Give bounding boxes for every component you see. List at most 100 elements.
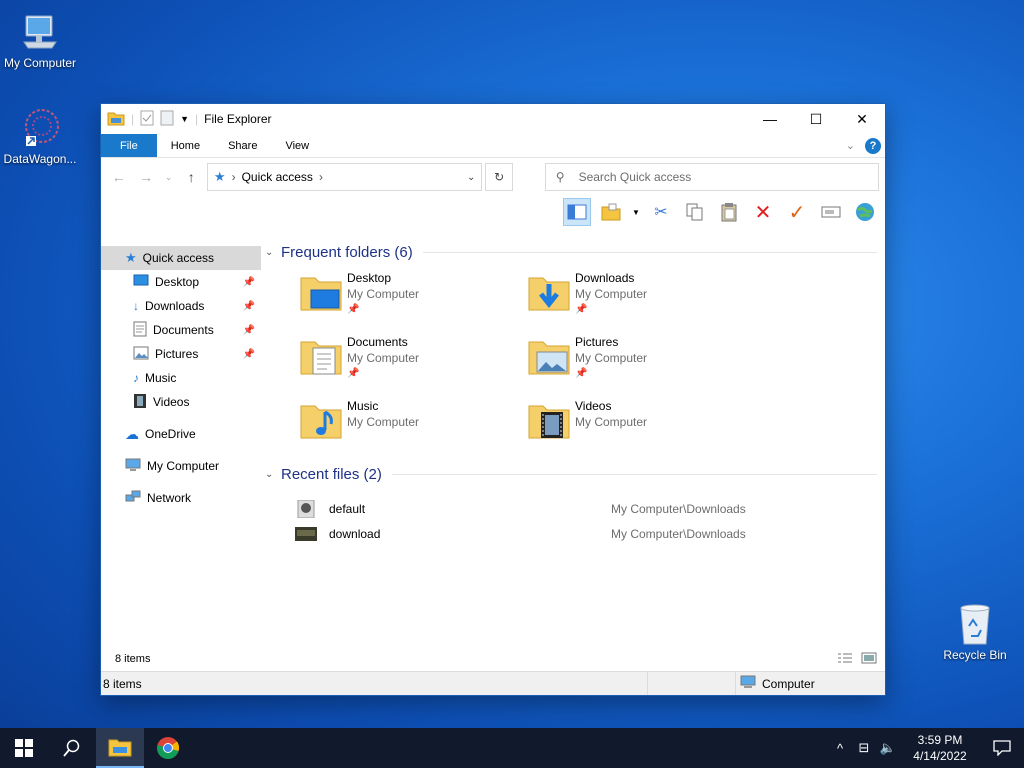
expand-ribbon-icon[interactable]: ⌄: [846, 139, 855, 152]
paste-icon[interactable]: [715, 198, 743, 226]
documents-folder-icon: [299, 334, 343, 378]
downloads-folder-icon: [527, 270, 571, 314]
folder-item-pictures[interactable]: Pictures My Computer 📌: [527, 334, 755, 390]
sidebar-item-pictures[interactable]: Pictures 📌: [101, 342, 261, 366]
folder-item-videos[interactable]: Videos My Computer: [527, 398, 755, 454]
recycle-bin-icon: [953, 602, 997, 646]
sidebar-item-documents[interactable]: Documents 📌: [101, 318, 261, 342]
desktop-icon: [133, 274, 149, 291]
notification-icon: [993, 740, 1011, 756]
folder-item-documents[interactable]: Documents My Computer 📌: [299, 334, 527, 390]
refresh-button[interactable]: ↻: [485, 163, 513, 191]
pin-icon: 📌: [347, 304, 360, 315]
help-icon[interactable]: ?: [865, 137, 881, 154]
dropdown-icon[interactable]: ▼: [631, 198, 641, 226]
music-icon: ♪: [133, 371, 139, 385]
notification-button[interactable]: [980, 740, 1024, 756]
navigation-pane-icon[interactable]: [563, 198, 591, 226]
cut-icon[interactable]: ✂: [647, 198, 675, 226]
list-item[interactable]: download My Computer\Downloads: [295, 521, 885, 546]
videos-folder-icon: [527, 398, 571, 442]
network-icon[interactable]: ⊟: [852, 740, 876, 756]
windows-logo-icon: [15, 739, 33, 757]
details-view-icon[interactable]: [837, 652, 853, 667]
system-tray: ^ ⊟ 🔈 3:59 PM 4/14/2022: [828, 728, 1024, 768]
globe-icon[interactable]: [851, 198, 879, 226]
status-location: Computer: [735, 672, 885, 695]
pictures-folder-icon: [527, 334, 571, 378]
address-location: Quick access: [241, 170, 313, 184]
item-count: 8 items: [115, 653, 151, 665]
back-button[interactable]: ←: [107, 165, 130, 189]
sidebar-item-downloads[interactable]: ↓ Downloads 📌: [101, 294, 261, 318]
list-item[interactable]: default My Computer\Downloads: [295, 496, 885, 521]
sidebar-item-music[interactable]: ♪ Music: [101, 366, 261, 390]
pin-icon[interactable]: 📌: [243, 349, 255, 360]
quick-access-toolbar: | ▼ |: [107, 110, 198, 129]
clock[interactable]: 3:59 PM 4/14/2022: [900, 732, 980, 764]
search-input[interactable]: ⚲ Search Quick access: [544, 163, 880, 191]
folder-item-desktop[interactable]: Desktop My Computer 📌: [299, 270, 527, 326]
star-icon: ★: [125, 250, 137, 265]
search-icon: [63, 739, 80, 757]
large-icons-view-icon[interactable]: [861, 652, 877, 667]
folder-item-downloads[interactable]: Downloads My Computer 📌: [527, 270, 755, 326]
title-bar[interactable]: | ▼ | File Explorer — ☐ ✕: [101, 104, 885, 134]
tab-view[interactable]: View: [271, 134, 323, 157]
new-folder-icon[interactable]: [160, 110, 174, 129]
navigation-pane: ★ Quick access Desktop 📌 ↓ Downloads 📌 D…: [101, 228, 261, 647]
sidebar-item-network[interactable]: Network: [101, 486, 261, 510]
up-button[interactable]: ↑: [180, 165, 203, 189]
pin-icon[interactable]: 📌: [243, 301, 255, 312]
sidebar-item-onedrive[interactable]: ☁ OneDrive: [101, 422, 261, 446]
folder-item-music[interactable]: Music My Computer: [299, 398, 527, 454]
frequent-folders-header[interactable]: ⌄ Frequent folders (6): [265, 242, 885, 262]
forward-button[interactable]: →: [134, 165, 157, 189]
pin-icon[interactable]: 📌: [243, 277, 255, 288]
chevron-down-icon: ⌄: [265, 468, 274, 480]
navigation-bar: ← → ⌄ ↑ ★ › Quick access › ⌄ ↻ ⚲ Search …: [101, 158, 885, 196]
file-explorer-window: | ▼ | File Explorer — ☐ ✕ File Home Shar…: [100, 103, 886, 696]
desktop-icon-my-computer[interactable]: My Computer: [0, 10, 80, 70]
image-thumbnail-icon: [295, 499, 317, 518]
desktop-icon-datawagon[interactable]: DataWagon...: [0, 106, 80, 166]
minimize-button[interactable]: —: [747, 104, 793, 134]
start-button[interactable]: [0, 728, 48, 768]
folder-icon: [108, 739, 132, 757]
sidebar-item-quick-access[interactable]: ★ Quick access: [101, 246, 261, 270]
frequent-folders-grid: Desktop My Computer 📌 Downloads My Computer…: [299, 270, 885, 454]
search-button[interactable]: [48, 728, 96, 768]
rename-icon[interactable]: [817, 198, 845, 226]
tab-share[interactable]: Share: [214, 134, 271, 157]
taskbar-chrome[interactable]: [144, 728, 192, 768]
picture-icon: [133, 346, 149, 363]
sidebar-item-desktop[interactable]: Desktop 📌: [101, 270, 261, 294]
tab-home[interactable]: Home: [157, 134, 214, 157]
folder-icon: [107, 110, 125, 129]
desktop-folder-icon: [299, 270, 343, 314]
copy-icon[interactable]: [681, 198, 709, 226]
address-dropdown-icon[interactable]: ⌄: [467, 172, 475, 183]
star-icon: ★: [213, 169, 226, 184]
document-icon: [133, 321, 147, 340]
taskbar-file-explorer[interactable]: [96, 728, 144, 768]
pin-icon[interactable]: 📌: [243, 325, 255, 336]
address-bar[interactable]: ★ › Quick access › ⌄: [206, 163, 483, 191]
sidebar-item-my-computer[interactable]: My Computer: [101, 454, 261, 478]
customize-qat-icon[interactable]: ▼: [180, 114, 189, 124]
maximize-button[interactable]: ☐: [793, 104, 839, 134]
show-hidden-icons-icon[interactable]: ^: [828, 741, 852, 756]
recent-locations-button[interactable]: ⌄: [162, 165, 176, 189]
tab-file[interactable]: File: [101, 134, 157, 157]
status-item-count: 8 items: [103, 676, 142, 691]
sidebar-item-videos[interactable]: Videos: [101, 390, 261, 414]
item-count-line: 8 items: [101, 647, 885, 671]
check-icon[interactable]: ✓: [783, 198, 811, 226]
delete-icon[interactable]: ✕: [749, 198, 777, 226]
volume-icon[interactable]: 🔈: [876, 740, 900, 756]
desktop-icon-recycle-bin[interactable]: Recycle Bin: [935, 602, 1015, 662]
recent-files-header[interactable]: ⌄ Recent files (2): [265, 464, 885, 484]
properties-icon[interactable]: [140, 110, 154, 129]
new-folder-icon[interactable]: [597, 198, 625, 226]
close-button[interactable]: ✕: [839, 104, 885, 134]
